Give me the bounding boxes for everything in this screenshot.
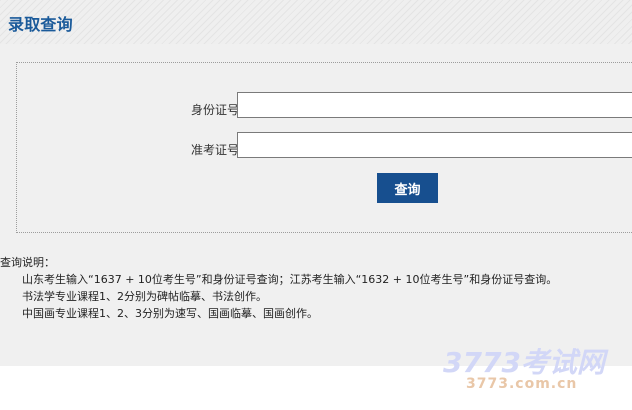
page-title: 录取查询 [8,15,73,34]
watermark-domain-text: 3773.com.cn [466,376,578,392]
watermark-logo-text: 3773考试网 [443,346,605,379]
site-watermark: 3773考试网 3773.com.cn [443,348,608,394]
instructions-title: 查询说明： [0,256,55,269]
instruction-line: 山东考生输入“1637 + 10位考生号”和身份证号查询；江苏考生输入“1632… [22,273,558,286]
instruction-line: 书法学专业课程1、2分别为碑帖临摹、书法创作。 [22,290,267,303]
query-submit-button[interactable]: 查询 [377,173,438,203]
header-bar: 录取查询 [0,0,632,44]
id-number-input[interactable] [237,92,632,118]
instruction-line: 中国画专业课程1、2、3分别为速写、国画临摹、国画创作。 [22,307,318,320]
query-form: 身份证号： 准考证号： 查询 [16,62,632,233]
main-page: 录取查询 身份证号： 准考证号： 查询 查询说明： 山东考生输入“1637 + … [0,0,632,366]
exam-number-input[interactable] [237,132,632,158]
